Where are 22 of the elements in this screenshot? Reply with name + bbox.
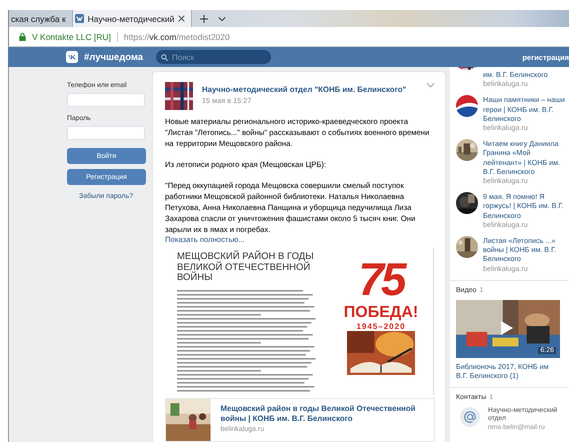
search-input[interactable]: Поиск	[172, 52, 252, 62]
anniversary-number: 75	[358, 256, 404, 302]
site-icon	[74, 14, 84, 23]
chevron-down-icon	[426, 82, 435, 88]
poster-title: МЕЩОВСКИЙ РАЙОН В ГОДЫ ВЕЛИКОЙ ОТЕЧЕСТВЕННОЙ ВОЙНЫ	[177, 252, 315, 284]
vk-logo-icon	[66, 51, 78, 63]
email-icon	[460, 406, 480, 427]
play-icon	[500, 320, 514, 336]
lock-icon	[19, 32, 26, 40]
search-box[interactable]: Поиск	[156, 50, 271, 64]
password-input[interactable]	[67, 126, 145, 140]
years-text: 1945–2020	[356, 322, 406, 331]
search-icon	[161, 54, 168, 60]
victory-slogan: ПОБЕДА!	[344, 304, 418, 322]
browser-tab[interactable]: Научно-методический	[72, 10, 192, 27]
url-field[interactable]: https://vk.com/metodist2020	[124, 32, 230, 42]
site-identity: V Kontakte LLC [RU]	[32, 32, 118, 42]
phone-input[interactable]	[67, 93, 145, 107]
chevron-down-icon	[218, 16, 226, 22]
close-icon	[178, 15, 186, 22]
plus-icon	[200, 14, 208, 22]
hashtag-link[interactable]: #лучшедома	[84, 52, 156, 62]
